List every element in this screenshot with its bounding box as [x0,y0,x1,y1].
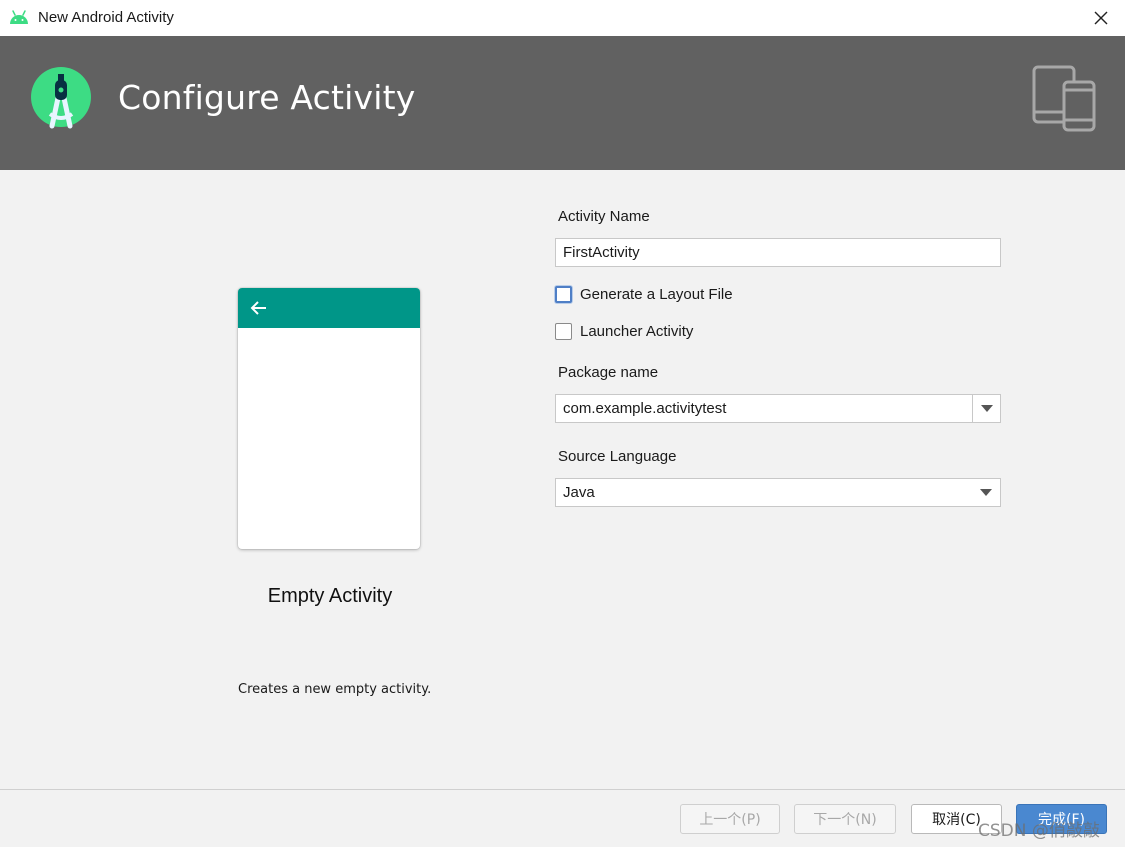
preview-app-bar [238,288,420,328]
android-robot-icon [10,10,28,24]
cancel-button[interactable]: 取消(C) [911,804,1002,834]
launcher-activity-option[interactable]: Launcher Activity [555,323,693,340]
template-name: Empty Activity [267,585,393,607]
template-description: Creates a new empty activity. [238,682,432,697]
close-button[interactable] [1077,0,1125,36]
next-button[interactable]: 下一个(N) [794,804,896,834]
chevron-down-icon [980,489,992,496]
wizard-header: Configure Activity [0,36,1125,170]
source-language-value: Java [563,484,595,501]
source-language-select[interactable]: Java [555,478,1001,507]
generate-layout-option[interactable]: Generate a Layout File [555,286,733,303]
title-bar: New Android Activity [0,0,1125,36]
generate-layout-checkbox[interactable] [555,286,572,303]
launcher-activity-checkbox[interactable] [555,323,572,340]
footer-divider [0,789,1125,790]
generate-layout-label: Generate a Layout File [580,286,733,303]
activity-name-input[interactable]: FirstActivity [555,238,1001,267]
android-studio-logo [31,67,91,129]
previous-button[interactable]: 上一个(P) [680,804,780,834]
package-name-dropdown-button[interactable] [972,395,1000,422]
finish-button[interactable]: 完成(F) [1016,804,1107,834]
back-arrow-icon [250,301,266,315]
source-language-label: Source Language [558,448,677,465]
package-name-value[interactable]: com.example.activitytest [563,400,726,417]
page-title: Configure Activity [118,78,416,117]
package-name-combobox[interactable]: com.example.activitytest [555,394,1001,423]
new-android-activity-dialog: New Android Activity Configure Activity [0,0,1125,847]
package-name-label: Package name [558,364,659,381]
activity-name-label: Activity Name [558,208,650,225]
launcher-activity-label: Launcher Activity [580,323,694,340]
window-title: New Android Activity [38,9,174,26]
close-icon [1094,11,1108,25]
devices-icon [1032,65,1096,132]
source-language-dropdown-button[interactable] [972,479,1000,506]
template-preview [238,288,420,549]
chevron-down-icon [980,405,993,412]
